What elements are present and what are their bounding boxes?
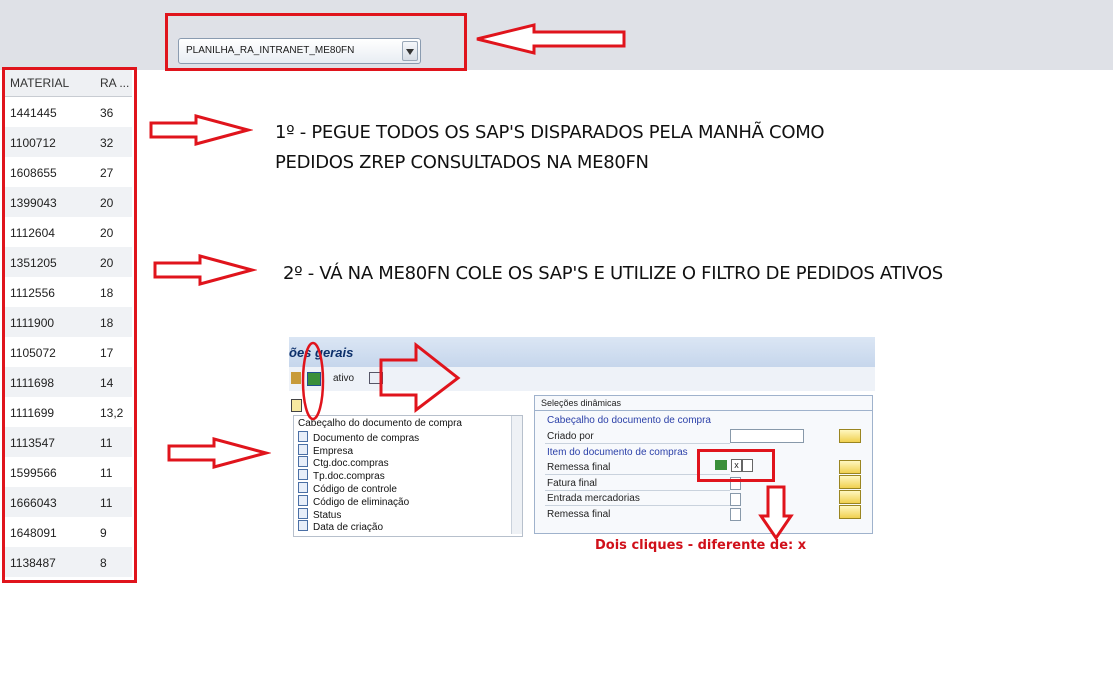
tree-item-label: Status bbox=[313, 509, 342, 521]
step2-text: 2º - VÁ NA ME80FN COLE OS SAP'S E UTILIZ… bbox=[283, 263, 943, 284]
field-icon bbox=[298, 469, 308, 481]
tree-item[interactable]: Ctg.doc.compras bbox=[298, 456, 389, 469]
sap-toolbar: ativo bbox=[289, 367, 875, 391]
tree-item-label: Documento de compras bbox=[313, 432, 420, 444]
field-icon bbox=[298, 482, 308, 493]
toolbar-ativo[interactable]: ativo bbox=[333, 373, 354, 384]
field-icon bbox=[298, 507, 308, 519]
arrow-right-icon bbox=[153, 254, 257, 286]
step1-line2: PEDIDOS ZREP CONSULTADOS NA ME80FN bbox=[275, 152, 649, 173]
field-icon bbox=[298, 494, 308, 506]
checkbox[interactable] bbox=[730, 493, 741, 506]
criado-por-input[interactable] bbox=[730, 429, 804, 443]
arrow-right-icon bbox=[149, 114, 253, 146]
highlight-box-dropdown bbox=[165, 13, 467, 71]
field-label: Fatura final bbox=[547, 478, 598, 489]
tree-item[interactable]: Data de criação bbox=[298, 520, 383, 533]
tree-item-label: Tp.doc.compras bbox=[313, 471, 385, 483]
tree-item[interactable]: Documento de compras bbox=[298, 430, 420, 444]
tree-item-label: Data de criação bbox=[313, 522, 384, 534]
multi-select-button[interactable] bbox=[839, 475, 861, 489]
tree-item-label: Ctg.doc.compras bbox=[313, 458, 389, 470]
scrollbar[interactable] bbox=[511, 416, 522, 534]
field-label: Remessa final bbox=[547, 509, 611, 520]
tree-item-label: Código de eliminação bbox=[313, 496, 410, 508]
field-icon bbox=[298, 443, 308, 455]
arrow-right-icon bbox=[167, 437, 271, 469]
field-label: Remessa final bbox=[547, 462, 611, 473]
tree-item[interactable]: Tp.doc.compras bbox=[298, 469, 385, 482]
multi-select-button[interactable] bbox=[839, 460, 861, 474]
field-label: Entrada mercadorias bbox=[547, 493, 640, 504]
multi-select-button[interactable] bbox=[839, 429, 861, 443]
tree-item[interactable]: Código de eliminação bbox=[298, 494, 410, 508]
arrow-left-icon bbox=[476, 23, 626, 55]
field-icon bbox=[298, 456, 308, 468]
highlight-box-table bbox=[2, 67, 137, 583]
field-icon bbox=[298, 430, 308, 442]
arrow-right-icon bbox=[379, 342, 461, 414]
tree-item[interactable]: Código de controle bbox=[298, 482, 397, 495]
step1-line1: 1º - PEGUE TODOS OS SAP'S DISPARADOS PEL… bbox=[275, 122, 825, 143]
group-header: Item do documento de compras bbox=[547, 447, 688, 458]
field-icon bbox=[298, 520, 308, 532]
tree-item-label: Código de controle bbox=[313, 484, 397, 495]
arrow-down-icon bbox=[758, 485, 794, 541]
sap-header: ões gerais bbox=[289, 337, 875, 367]
group-header: Cabeçalho do documento de compra bbox=[547, 415, 711, 426]
criado-por-label: Criado por bbox=[547, 431, 594, 442]
highlight-ellipse bbox=[301, 341, 325, 421]
multi-select-button[interactable] bbox=[839, 505, 861, 519]
field-tree: Cabeçalho do documento de compra Document… bbox=[293, 415, 523, 537]
tree-item-label: Empresa bbox=[313, 445, 354, 457]
panel-title: Seleções dinâmicas bbox=[541, 398, 622, 408]
tree-item[interactable]: Empresa bbox=[298, 443, 354, 457]
tree-item[interactable]: Status bbox=[298, 507, 342, 521]
highlight-box-option bbox=[697, 449, 775, 482]
checkbox[interactable] bbox=[730, 508, 741, 521]
multi-select-button[interactable] bbox=[839, 490, 861, 504]
